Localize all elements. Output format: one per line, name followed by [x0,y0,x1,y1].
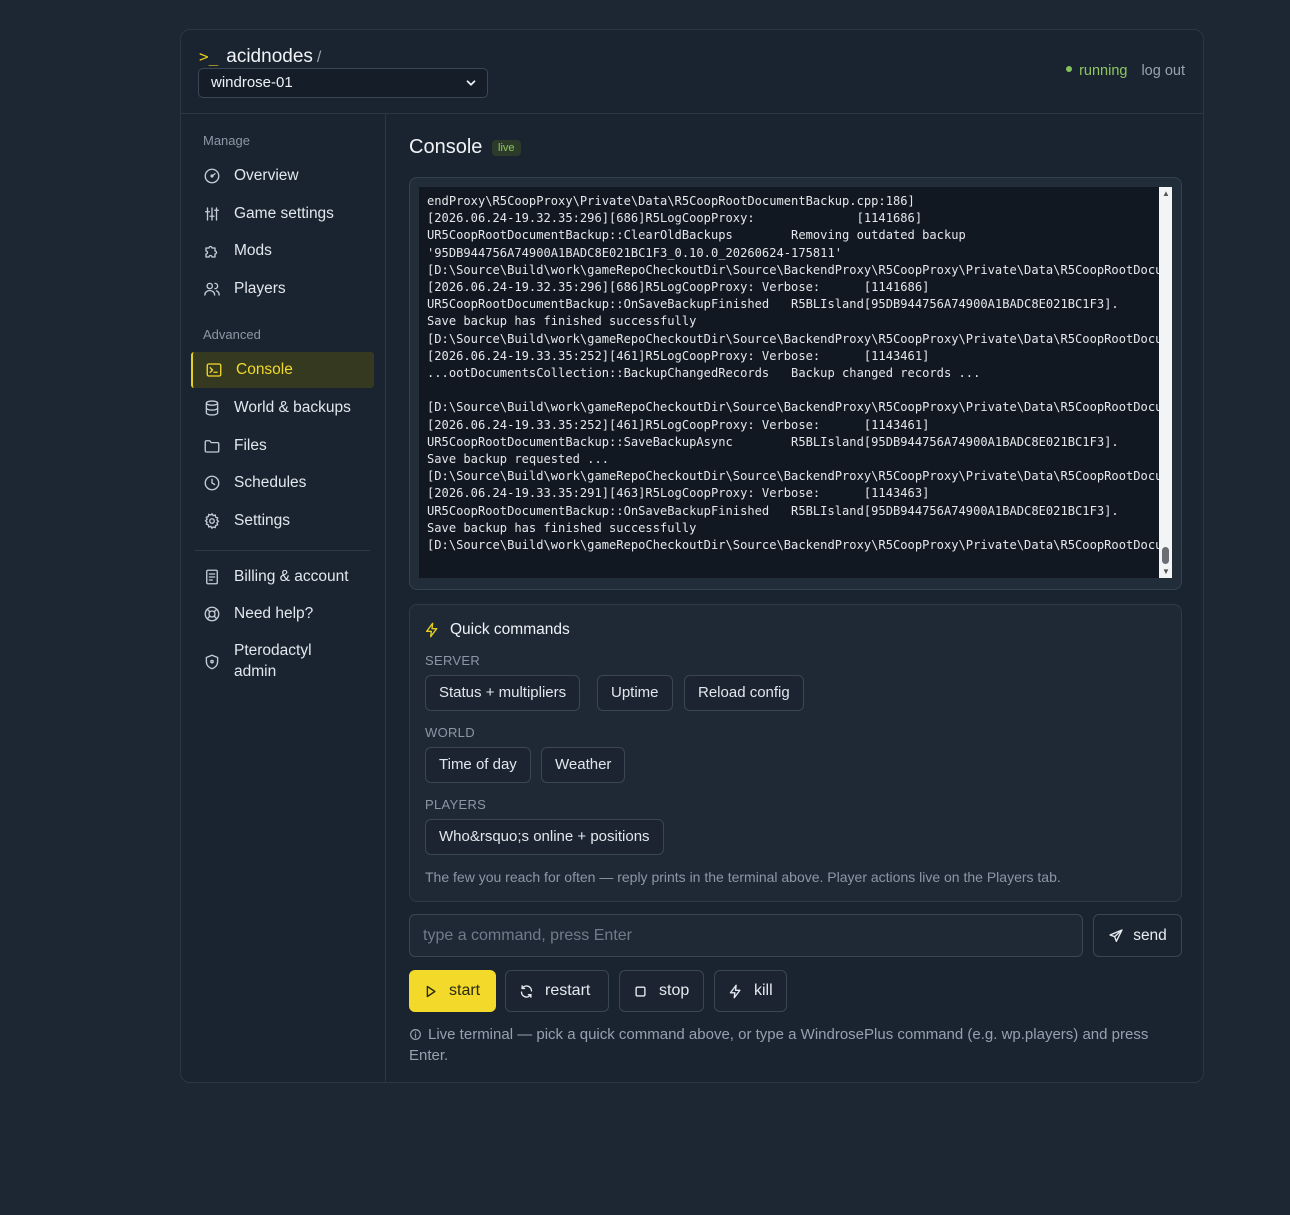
status-dot-icon [1066,66,1073,73]
sidebar-item-schedules[interactable]: Schedules [191,465,374,501]
cmd-whos-online[interactable]: Who&rsquo;s online + positions [425,819,664,855]
cmd-reload-config[interactable]: Reload config [684,675,804,711]
sidebar-item-label: Files [234,437,267,454]
app-panel: >_ acidnodes / windrose-01 running log out … [180,29,1204,1083]
console-scrollbar[interactable]: ▲ ▼ [1159,187,1172,578]
sidebar-item-label: Game settings [234,205,334,222]
lightning-icon [729,984,741,998]
shield-icon [205,654,219,670]
server-status: running log out [1066,63,1185,79]
sidebar-item-label: Pterodactyl admin [234,642,312,680]
send-icon [1109,928,1123,942]
sidebar-item-settings[interactable]: Settings [191,503,374,539]
sidebar-item-label: Overview [234,167,299,184]
section-manage: Manage [203,133,250,148]
refresh-icon [520,984,533,998]
sidebar-item-console[interactable]: Console [191,352,374,388]
quick-commands-note: The few you reach for often — reply prin… [425,869,1061,885]
footer-note: Live terminal — pick a quick command abo… [409,1026,1149,1064]
group-label-players: PLAYERS [425,797,487,812]
console-log: endProxy\R5CoopProxy\Private\Data\R5Coop… [427,194,1159,553]
cmd-time-of-day[interactable]: Time of day [425,747,531,783]
section-advanced: Advanced [203,327,261,342]
logout-link[interactable]: log out [1141,63,1185,79]
gear-icon [204,512,220,530]
scrollbar-thumb[interactable] [1162,547,1169,564]
sidebar-item-label: Schedules [234,474,307,491]
sidebar-item-label: Console [236,361,293,378]
folder-icon [204,440,220,453]
lightning-icon [426,622,438,638]
sidebar-item-label: World & backups [234,399,351,416]
sidebar-item-label: Need help? [234,605,314,622]
kill-button[interactable]: kill [714,970,787,1012]
terminal-prompt-icon: >_ [199,47,219,66]
sidebar-item-billing[interactable]: Billing & account [191,559,374,595]
restart-button[interactable]: restart [505,970,609,1012]
database-icon [205,400,219,416]
cmd-status-multipliers[interactable]: Status + multipliers [425,675,581,711]
sidebar-item-label: Billing & account [234,568,349,585]
info-icon [410,1029,421,1040]
brand-name: acidnodes [226,46,313,67]
brand: >_ acidnodes / [199,46,321,68]
sidebar-item-files[interactable]: Files [191,428,374,464]
header: >_ acidnodes / windrose-01 running log out [181,30,1203,114]
sidebar-item-help[interactable]: Need help? [191,596,374,632]
sidebar-item-label: Players [234,280,286,297]
console-output[interactable]: endProxy\R5CoopProxy\Private\Data\R5Coop… [419,187,1159,578]
server-select-value: windrose-01 [211,74,293,91]
group-label-world: WORLD [425,725,475,740]
brand-separator: / [316,49,322,66]
group-label-server: SERVER [425,653,481,668]
live-badge: live [492,140,521,156]
lifebuoy-icon [204,606,220,622]
command-input-placeholder: type a command, press Enter [423,927,632,944]
gauge-icon [204,168,220,184]
sidebar-item-pterodactyl-admin[interactable]: Pterodactyl admin [191,640,341,684]
clock-icon [204,475,220,491]
receipt-icon [206,569,218,585]
cmd-uptime[interactable]: Uptime [597,675,673,711]
sidebar-item-players[interactable]: Players [191,271,374,307]
console-frame: endProxy\R5CoopProxy\Private\Data\R5Coop… [409,177,1182,590]
sidebar-item-mods[interactable]: Mods [191,233,374,269]
quick-commands-card: Quick commands SERVER Status + multiplie… [409,604,1182,902]
chevron-down-icon [466,80,476,86]
sidebar-divider [195,550,370,551]
quick-commands-title: Quick commands [424,621,570,639]
stop-button[interactable]: stop [619,970,704,1012]
sidebar-item-game-settings[interactable]: Game settings [191,196,374,232]
page-title: Console [409,136,483,158]
users-icon [204,282,220,296]
cmd-weather[interactable]: Weather [541,747,626,783]
command-input[interactable]: type a command, press Enter [409,914,1083,957]
play-icon [426,985,436,997]
sidebar-item-world-backups[interactable]: World & backups [191,390,374,426]
scroll-down-icon[interactable]: ▼ [1162,567,1170,576]
puzzle-icon [205,245,218,258]
status-running: running [1079,63,1128,79]
sidebar: Manage Overview Game settings Mods Playe… [181,114,386,1082]
stop-icon [635,985,646,997]
scroll-up-icon[interactable]: ▲ [1162,189,1170,198]
sidebar-item-overview[interactable]: Overview [191,158,374,194]
sidebar-item-label: Mods [234,242,272,259]
send-button[interactable]: send [1093,914,1182,957]
server-select[interactable]: windrose-01 [198,68,488,98]
sliders-icon [204,207,220,221]
sidebar-item-label: Settings [234,512,291,529]
terminal-icon [206,363,222,377]
start-button[interactable]: start [409,970,496,1012]
